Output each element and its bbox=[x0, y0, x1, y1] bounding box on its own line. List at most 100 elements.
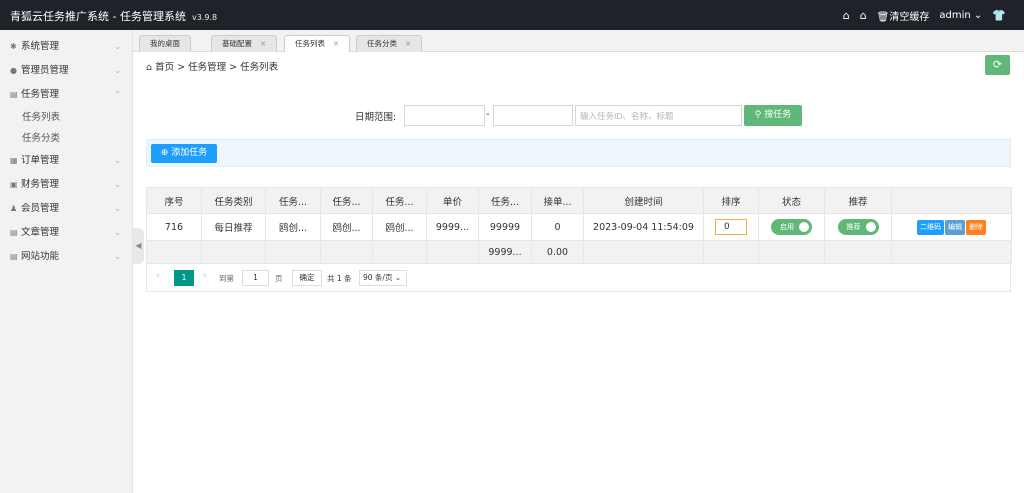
column-header[interactable]: 任务... bbox=[478, 187, 532, 214]
chevron-left-icon: ◀ bbox=[135, 241, 142, 250]
tab-label: 我的桌面 bbox=[150, 39, 180, 48]
column-header[interactable]: 单价 bbox=[426, 187, 479, 214]
search-button-label: 搜任务 bbox=[764, 110, 792, 120]
cell-created: 2023-09-04 11:54:09 bbox=[583, 213, 704, 241]
breadcrumb-level2: 任务列表 bbox=[240, 62, 279, 73]
home-icon[interactable]: ⌂ bbox=[843, 9, 850, 22]
status-toggle[interactable]: 启用 bbox=[771, 219, 812, 235]
next-page-icon[interactable]: › bbox=[203, 271, 207, 281]
tab-desktop[interactable]: 我的桌面 bbox=[139, 35, 191, 52]
sidebar-item-tasks[interactable]: ▤ 任务管理 ⌃ bbox=[0, 83, 132, 107]
sidebar-item-label: 管理员管理 bbox=[21, 65, 69, 76]
plus-circle-icon: ⊕ bbox=[160, 148, 169, 158]
close-icon[interactable]: × bbox=[333, 39, 339, 48]
chevron-down-icon: ⌄ bbox=[394, 273, 402, 282]
total-empty bbox=[758, 240, 825, 264]
chevron-down-icon: ⌄ bbox=[973, 10, 983, 21]
sidebar-item-orders[interactable]: ▦ 订单管理 ⌄ bbox=[0, 149, 132, 173]
keyword-search-input[interactable] bbox=[575, 105, 742, 126]
column-header[interactable]: 推荐 bbox=[824, 187, 892, 214]
column-header[interactable]: 任务类别 bbox=[201, 187, 266, 214]
clear-cache-button[interactable]: 🗑清空缓存 bbox=[877, 8, 930, 23]
goto-confirm-button[interactable]: 确定 bbox=[292, 270, 322, 286]
chevron-down-icon: ⌄ bbox=[114, 252, 121, 261]
chevron-down-icon: ⌄ bbox=[114, 228, 121, 237]
refresh-button[interactable]: ⟳ bbox=[985, 55, 1010, 75]
sidebar-collapse-handle[interactable]: ◀ bbox=[133, 228, 144, 264]
tab-bar: 我的桌面 基础配置 × 任务列表 × 任务分类 × bbox=[133, 30, 1024, 52]
cell-task-col4: 鸥创... bbox=[320, 213, 373, 241]
sidebar-item-articles[interactable]: ▤ 文章管理 ⌄ bbox=[0, 221, 132, 245]
recommend-toggle[interactable]: 推荐 bbox=[837, 219, 879, 235]
total-empty bbox=[372, 240, 427, 264]
chevron-down-icon: ⌄ bbox=[114, 204, 121, 213]
close-icon[interactable]: × bbox=[405, 39, 411, 48]
delete-button[interactable]: 删除 bbox=[966, 219, 986, 235]
column-header[interactable]: 状态 bbox=[758, 187, 825, 214]
goto-page-input[interactable]: 1 bbox=[242, 270, 269, 286]
qrcode-button[interactable]: 二维码 bbox=[917, 219, 944, 235]
sidebar-item-admins[interactable]: ● 管理员管理 ⌄ bbox=[0, 59, 132, 83]
column-header[interactable]: 排序 bbox=[703, 187, 759, 214]
column-header bbox=[891, 187, 1012, 214]
breadcrumb-level1[interactable]: 任务管理 bbox=[188, 62, 226, 73]
app-title-text: 青狐云任务推广系统 - 任务管理系统 bbox=[10, 10, 186, 23]
edit-button[interactable]: 编辑 bbox=[945, 219, 965, 235]
breadcrumb-home[interactable]: 首页 bbox=[155, 62, 174, 73]
task-table: 序号 任务类别 任务... 任务... 任务... 单价 任务... 接单...… bbox=[146, 187, 1012, 264]
home-icon: ⌂ bbox=[146, 62, 153, 73]
column-header[interactable]: 任务... bbox=[372, 187, 427, 214]
sidebar-item-label: 会员管理 bbox=[21, 203, 60, 214]
sidebar-item-label: 任务管理 bbox=[21, 89, 60, 100]
close-icon[interactable]: × bbox=[260, 39, 266, 48]
user-menu[interactable]: admin ⌄ bbox=[939, 10, 982, 21]
tab-label: 基础配置 bbox=[222, 39, 252, 48]
database-icon: ▤ bbox=[10, 90, 18, 99]
clear-cache-label: 清空缓存 bbox=[889, 12, 930, 23]
sort-input[interactable]: 0 bbox=[715, 219, 747, 235]
cell-price: 9999... bbox=[426, 213, 479, 241]
cell-accepted: 0 bbox=[531, 213, 584, 241]
group-icon: ♟ bbox=[10, 204, 18, 213]
prev-page-icon[interactable]: ‹ bbox=[156, 271, 160, 281]
sidebar-item-label: 文章管理 bbox=[21, 227, 60, 238]
cell-task-num: 99999 bbox=[478, 213, 532, 241]
sidebar-item-finance[interactable]: ▣ 财务管理 ⌄ bbox=[0, 173, 132, 197]
refresh-icon: ⟳ bbox=[992, 58, 1003, 71]
page-size-label: 90 条/页 bbox=[363, 273, 393, 282]
chevron-down-icon: ⌄ bbox=[114, 180, 121, 189]
date-end-input[interactable] bbox=[493, 105, 573, 126]
cell-id: 716 bbox=[146, 213, 202, 241]
sidebar-subitem-task-category[interactable]: 任务分类 bbox=[0, 128, 132, 149]
current-page[interactable]: 1 bbox=[174, 270, 194, 286]
tab-task-list[interactable]: 任务列表 × bbox=[284, 35, 351, 52]
breadcrumb-sep: > bbox=[177, 62, 186, 73]
toggle-knob bbox=[865, 222, 876, 232]
table-header-row: 序号 任务类别 任务... 任务... 任务... 单价 任务... 接单...… bbox=[146, 187, 1012, 214]
table-toolbar: ⊕ 添加任务 bbox=[146, 139, 1011, 167]
user-name: admin bbox=[939, 10, 971, 21]
date-start-input[interactable] bbox=[404, 105, 485, 126]
column-header[interactable]: 任务... bbox=[265, 187, 321, 214]
sidebar-subitem-task-list[interactable]: 任务列表 bbox=[0, 107, 132, 128]
cell-category: 每日推荐 bbox=[201, 213, 266, 241]
sidebar-item-site[interactable]: ▤ 网站功能 ⌄ bbox=[0, 245, 132, 269]
money-icon: ▣ bbox=[10, 180, 18, 189]
column-header[interactable]: 任务... bbox=[320, 187, 373, 214]
sidebar: ✱ 系统管理 ⌄ ● 管理员管理 ⌄ ▤ 任务管理 ⌃ 任务列表 任务分类 ▦ 订单管理 ⌄ ▣… bbox=[0, 30, 133, 493]
home-front-icon[interactable]: ⌂ bbox=[860, 9, 867, 22]
tab-task-category[interactable]: 任务分类 × bbox=[356, 35, 423, 52]
toggle-knob bbox=[799, 222, 809, 232]
sidebar-item-members[interactable]: ♟ 会员管理 ⌄ bbox=[0, 197, 132, 221]
theme-shirt-icon[interactable]: 👕 bbox=[992, 9, 1006, 22]
column-header[interactable]: 创建时间 bbox=[583, 187, 704, 214]
column-header[interactable]: 序号 bbox=[146, 187, 202, 214]
tab-basic-config[interactable]: 基础配置 × bbox=[211, 35, 278, 52]
sidebar-item-system[interactable]: ✱ 系统管理 ⌄ bbox=[0, 35, 132, 59]
add-task-button[interactable]: ⊕ 添加任务 bbox=[151, 144, 217, 163]
cell-sort: 0 bbox=[703, 213, 759, 241]
page-size-select[interactable]: 90 条/页 ⌄ bbox=[359, 270, 407, 286]
column-header[interactable]: 接单... bbox=[531, 187, 584, 214]
article-icon: ▤ bbox=[10, 228, 18, 237]
search-button[interactable]: ⚲ 搜任务 bbox=[744, 105, 802, 126]
